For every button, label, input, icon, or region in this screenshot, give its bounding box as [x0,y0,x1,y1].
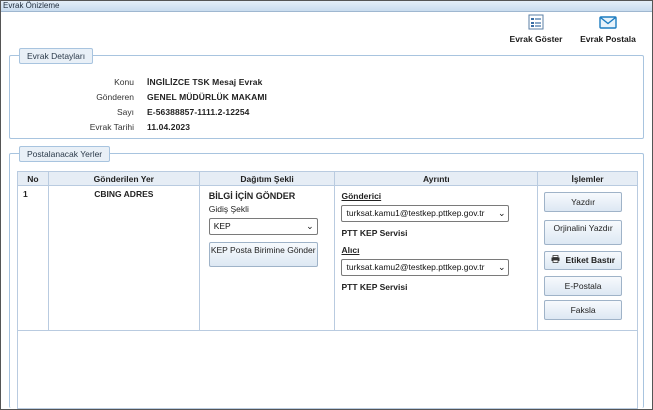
etiket-bastir-label: Etiket Bastır [565,255,616,265]
detail-row-gonderen: Gönderen GENEL MÜDÜRLÜK MAKAMI [10,92,645,104]
document-list-icon [508,14,564,32]
gidis-sekli-select[interactable]: KEP ⌄ [208,218,318,235]
printer-icon [551,252,560,269]
gonderici-value: turksat.kamu1@testkep.pttkep.gov.tr [346,208,485,218]
detail-label: Gönderen [96,92,134,102]
gidis-sekli-value: KEP [213,221,231,231]
empty-area [17,330,638,409]
yazdir-button[interactable]: Yazdır [544,192,623,212]
detail-value: GENEL MÜDÜRLÜK MAKAMI [147,92,267,102]
column-header-no: No [17,171,49,186]
cell-islemler: Yazdır Orjinalini Yazdır Etiket Bastır E… [537,185,638,331]
gonderici-select[interactable]: turksat.kamu1@testkep.pttkep.gov.tr ⌄ [341,205,510,222]
column-header-gonderilen-yer: Gönderilen Yer [47,171,200,186]
gonderici-label: Gönderici [341,191,382,201]
table-row: 1 CBING ADRES BİLGİ İÇİN GÖNDER Gidiş Şe… [17,185,638,331]
faksla-button[interactable]: Faksla [544,300,623,320]
evrak-detaylari-panel: Evrak Detayları Konu İNGİLİZCE TSK Mesaj… [9,48,645,139]
table-header-row: No Gönderilen Yer Dağıtım Şekli Ayrıntı … [17,171,638,186]
cell-gonderilen-yer: CBING ADRES [47,185,200,331]
detail-value: E-56388857-1111.2-12254 [147,107,250,117]
chevron-down-icon: ⌄ [306,221,314,231]
column-header-ayrinti: Ayrıntı [334,171,539,186]
detail-row-sayi: Sayı E-56388857-1111.2-12254 [10,107,645,119]
empty-row [17,330,638,409]
evrak-goster-label: Evrak Göster [509,34,563,44]
orjinalini-yazdir-button[interactable]: Orjinalini Yazdır [544,220,623,245]
alici-service: PTT KEP Servisi [341,282,408,292]
evrak-detaylari-legend: Evrak Detayları [19,48,94,64]
alici-label: Alıcı [341,245,360,255]
alici-value: turksat.kamu2@testkep.pttkep.gov.tr [346,262,485,272]
cell-dagitim-sekli: BİLGİ İÇİN GÖNDER Gidiş Şekli KEP ⌄ KEP … [198,185,336,331]
postalanacak-yerler-legend: Postalanacak Yerler [19,146,111,162]
column-header-islemler: İşlemler [537,171,638,186]
detail-row-konu: Konu İNGİLİZCE TSK Mesaj Evrak [10,77,645,89]
postal-table: No Gönderilen Yer Dağıtım Şekli Ayrıntı … [17,171,638,409]
window-title: Evrak Önizleme [1,1,652,12]
cell-ayrinti: Gönderici turksat.kamu1@testkep.pttkep.g… [334,185,539,331]
detail-label: Sayı [116,107,134,117]
detail-label: Evrak Tarihi [89,122,134,132]
kep-posta-birimine-gonder-button[interactable]: KEP Posta Birimine Gönder [208,242,318,267]
gidis-sekli-label: Gidiş Şekli [208,204,249,214]
evrak-postala-label: Evrak Postala [580,34,636,44]
detail-label: Konu [114,77,134,87]
postalanacak-yerler-panel: Postalanacak Yerler No Gönderilen Yer Da… [9,146,644,409]
etiket-bastir-button[interactable]: Etiket Bastır [544,251,623,270]
chevron-down-icon: ⌄ [497,208,506,218]
chevron-down-icon: ⌄ [497,262,506,272]
evrak-postala-button[interactable]: Evrak Postala [578,14,638,44]
detail-row-evrak-tarihi: Evrak Tarihi 11.04.2023 [10,122,645,134]
envelope-send-icon [578,14,638,32]
cell-no: 1 [17,185,49,331]
evrak-goster-button[interactable]: Evrak Göster [508,14,564,44]
detail-value: 11.04.2023 [147,122,191,132]
column-header-dagitim-sekli: Dağıtım Şekli [198,171,336,186]
dagitim-title: BİLGİ İÇİN GÖNDER [208,191,296,201]
detail-value: İNGİLİZCE TSK Mesaj Evrak [147,77,263,87]
e-postala-button[interactable]: E-Postala [544,276,623,296]
alici-select[interactable]: turksat.kamu2@testkep.pttkep.gov.tr ⌄ [341,259,510,276]
gonderici-service: PTT KEP Servisi [341,228,408,238]
